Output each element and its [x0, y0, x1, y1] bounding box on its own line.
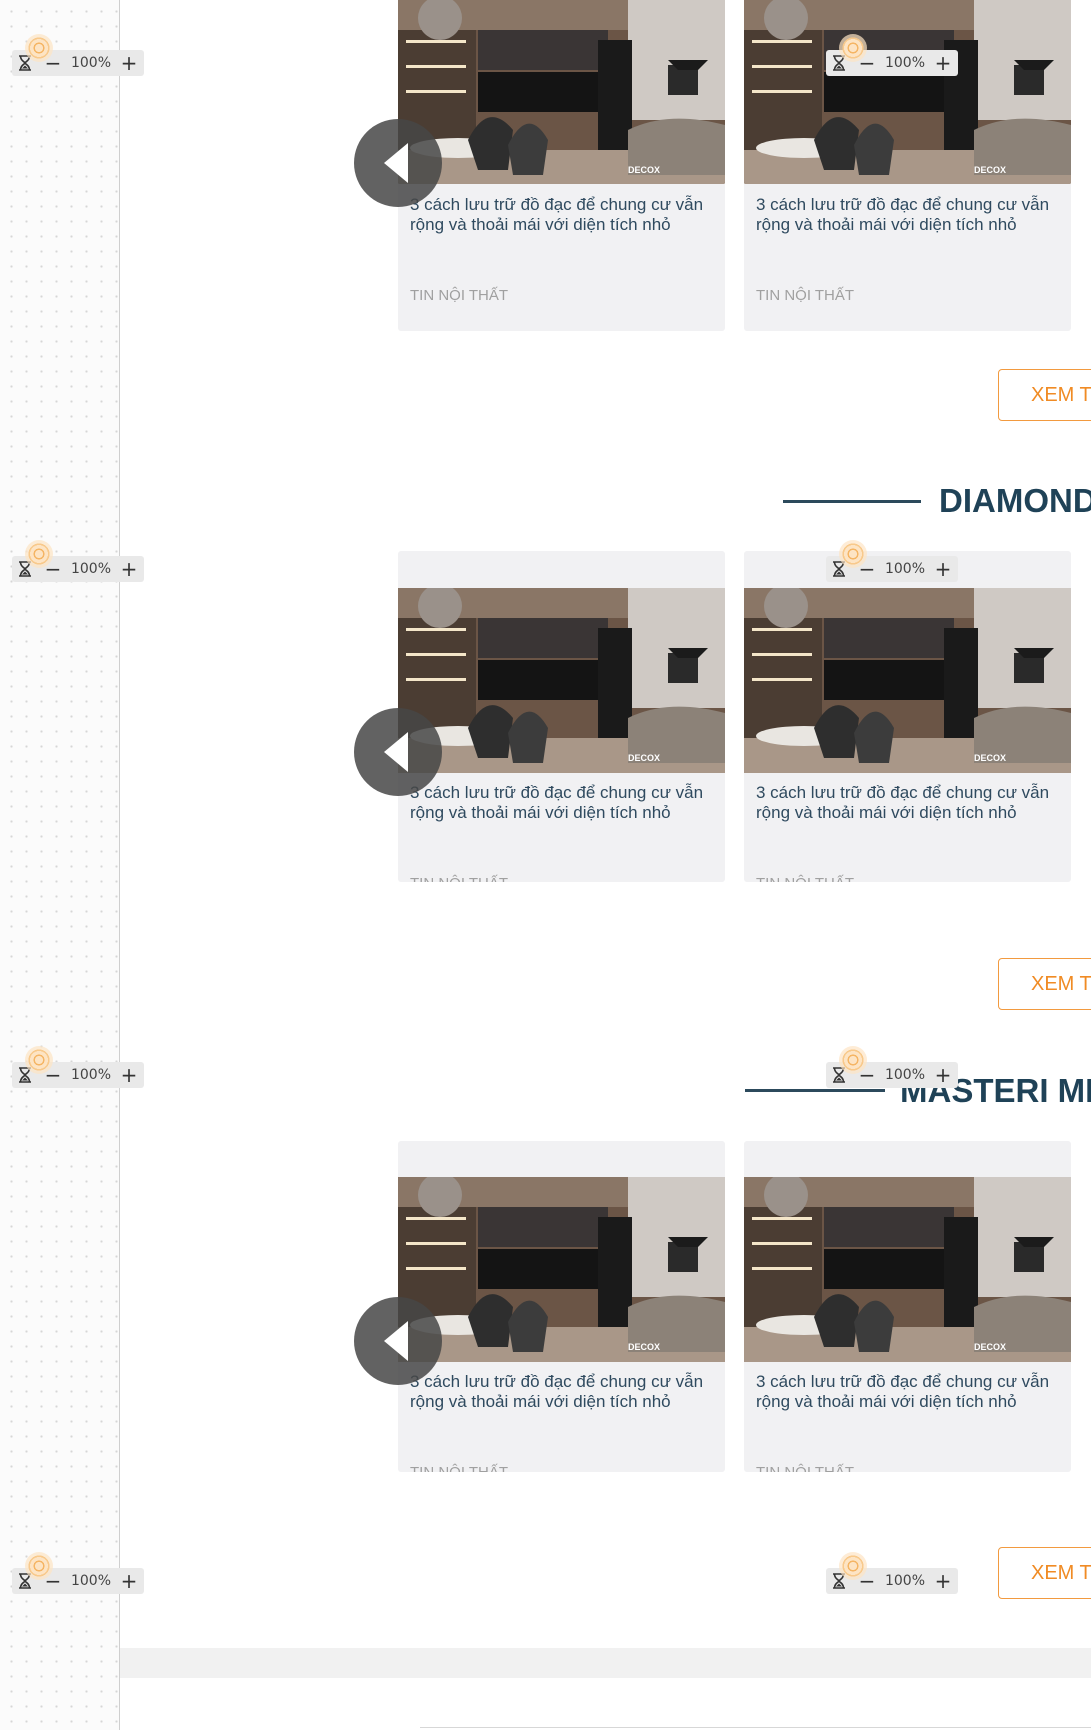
chevron-left-icon: [384, 732, 408, 772]
pulse-indicator: [25, 1552, 53, 1580]
post-title[interactable]: 3 cách lưu trữ đồ đạc để chung cư vẫn rộ…: [410, 1372, 710, 1412]
view-more-button[interactable]: XEM TH: [998, 1547, 1091, 1599]
post-category[interactable]: TIN NỘI THẤT: [410, 875, 508, 882]
zoom-level: 100%: [70, 1573, 112, 1589]
post-title[interactable]: 3 cách lưu trữ đồ đạc để chung cư vẫn rộ…: [410, 195, 710, 235]
zoom-level: 100%: [70, 1067, 112, 1083]
pulse-indicator: [839, 540, 867, 568]
post-title[interactable]: 3 cách lưu trữ đồ đạc để chung cư vẫn rộ…: [756, 195, 1056, 235]
zoom-level: 100%: [70, 561, 112, 577]
post-category[interactable]: TIN NỘI THẤT: [756, 875, 854, 882]
section-title: DIAMOND: [939, 482, 1091, 519]
view-more-button[interactable]: XEM TH: [998, 369, 1091, 421]
footer-divider: [420, 1727, 1091, 1728]
zoom-in-button[interactable]: +: [114, 1568, 144, 1594]
section-title-rule: [745, 1089, 885, 1092]
post-thumbnail: [398, 0, 725, 185]
post-category[interactable]: TIN NỘI THẤT: [410, 1464, 508, 1472]
pulse-indicator: [25, 34, 53, 62]
post-title[interactable]: 3 cách lưu trữ đồ đạc để chung cư vẫn rộ…: [756, 783, 1056, 823]
carousel-prev-button[interactable]: [354, 708, 442, 796]
zoom-level: 100%: [884, 55, 926, 71]
zoom-in-button[interactable]: +: [928, 1062, 958, 1088]
post-card[interactable]: 3 cách lưu trữ đồ đạc để chung cư vẫn rộ…: [398, 551, 725, 882]
post-card-body[interactable]: 3 cách lưu trữ đồ đạc để chung cư vẫn rộ…: [398, 184, 725, 331]
pulse-indicator: [839, 1046, 867, 1074]
zoom-level: 100%: [70, 55, 112, 71]
carousel-prev-button[interactable]: [354, 1297, 442, 1385]
zoom-in-button[interactable]: +: [114, 1062, 144, 1088]
post-card[interactable]: 3 cách lưu trữ đồ đạc để chung cư vẫn rộ…: [398, 1141, 725, 1472]
post-category[interactable]: TIN NỘI THẤT: [410, 287, 508, 304]
gutter-divider: [119, 0, 120, 1730]
zoom-level: 100%: [884, 1573, 926, 1589]
pulse-indicator: [839, 34, 867, 62]
section-title-rule: [783, 500, 921, 503]
zoom-in-button[interactable]: +: [114, 556, 144, 582]
pulse-indicator: [839, 1552, 867, 1580]
post-card[interactable]: 3 cách lưu trữ đồ đạc để chung cư vẫn rộ…: [744, 551, 1071, 882]
post-thumbnail: [744, 1177, 1071, 1362]
carousel-prev-button[interactable]: [354, 119, 442, 207]
zoom-level: 100%: [884, 1067, 926, 1083]
zoom-in-button[interactable]: +: [928, 1568, 958, 1594]
post-card[interactable]: [744, 0, 1071, 185]
zoom-in-button[interactable]: +: [928, 50, 958, 76]
post-title[interactable]: 3 cách lưu trữ đồ đạc để chung cư vẫn rộ…: [410, 783, 710, 823]
pulse-indicator: [25, 540, 53, 568]
zoom-in-button[interactable]: +: [114, 50, 144, 76]
view-more-button[interactable]: XEM TH: [998, 958, 1091, 1010]
post-title[interactable]: 3 cách lưu trữ đồ đạc để chung cư vẫn rộ…: [756, 1372, 1056, 1412]
post-thumbnail: [398, 588, 725, 773]
zoom-in-button[interactable]: +: [928, 556, 958, 582]
post-card[interactable]: [398, 0, 725, 185]
post-category[interactable]: TIN NỘI THẤT: [756, 1464, 854, 1472]
chevron-left-icon: [384, 143, 408, 183]
post-category[interactable]: TIN NỘI THẤT: [756, 287, 854, 304]
canvas-gutter: [0, 0, 119, 1730]
footer-band: [120, 1648, 1091, 1678]
pulse-indicator: [25, 1046, 53, 1074]
post-thumbnail: [744, 0, 1071, 185]
zoom-level: 100%: [884, 561, 926, 577]
chevron-left-icon: [384, 1321, 408, 1361]
post-thumbnail: [398, 1177, 725, 1362]
post-card[interactable]: 3 cách lưu trữ đồ đạc để chung cư vẫn rộ…: [744, 1141, 1071, 1472]
post-thumbnail: [744, 588, 1071, 773]
post-card-body[interactable]: 3 cách lưu trữ đồ đạc để chung cư vẫn rộ…: [744, 184, 1071, 331]
